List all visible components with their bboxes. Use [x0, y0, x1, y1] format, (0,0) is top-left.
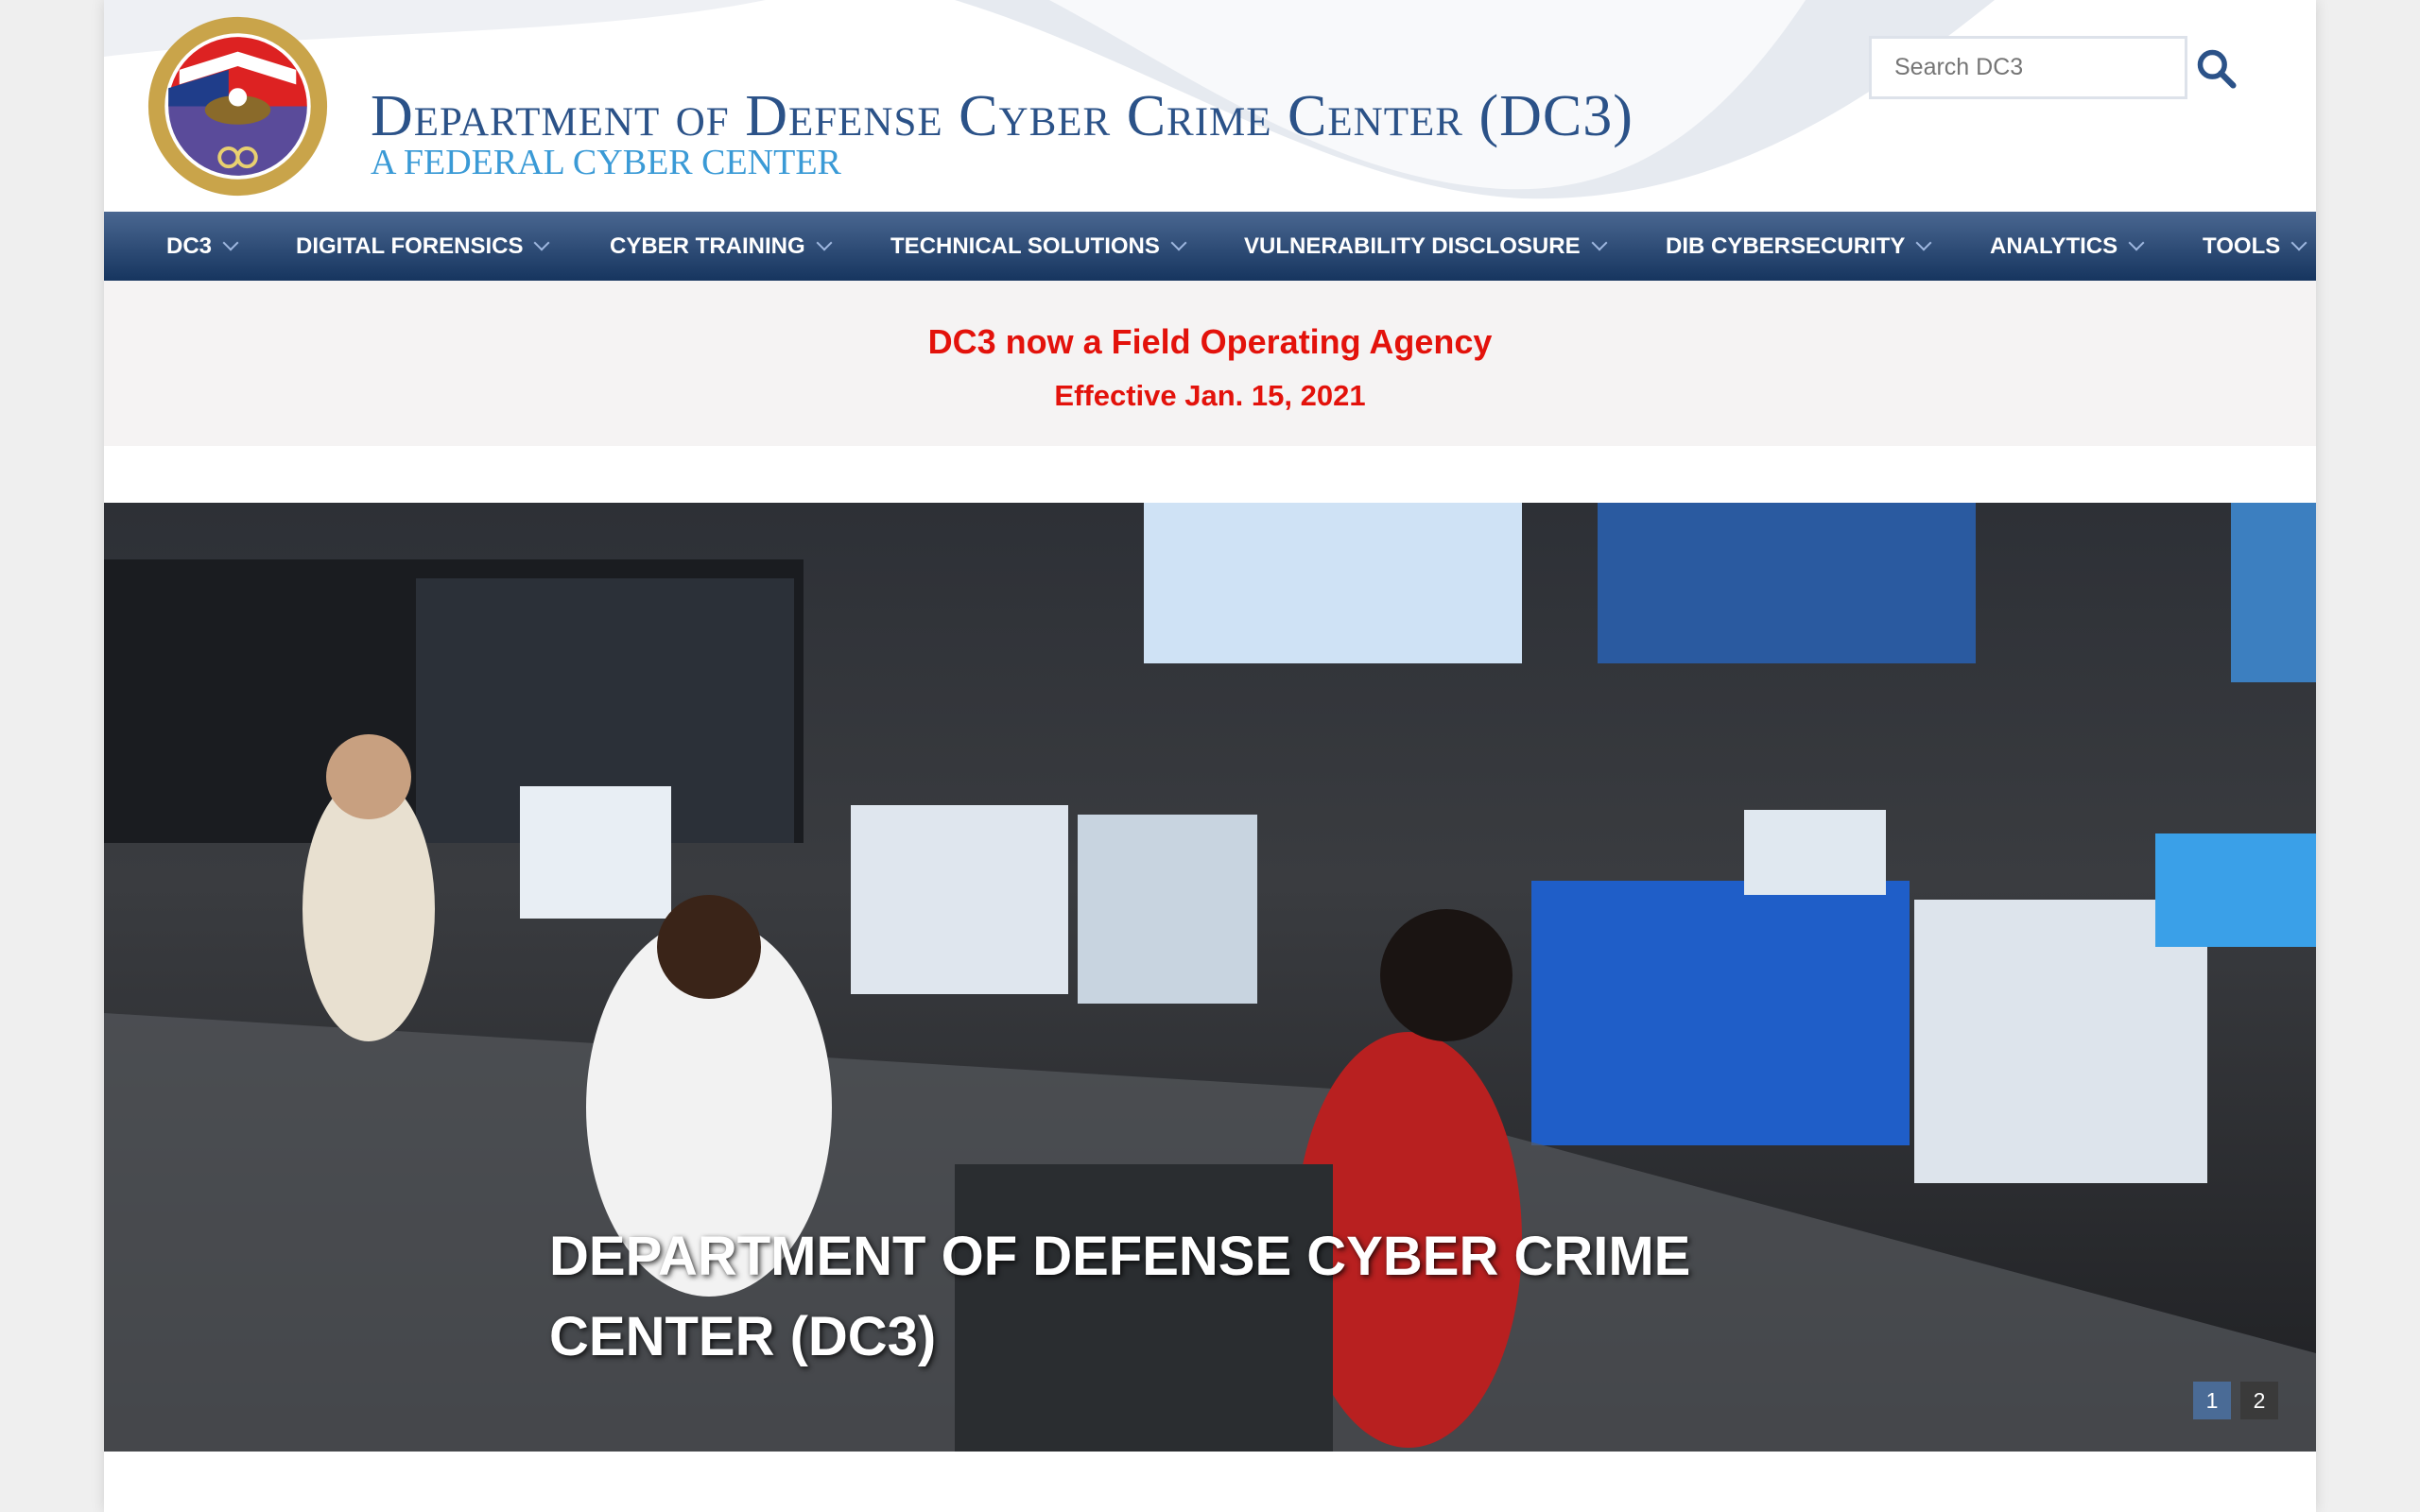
nav-item-analytics[interactable]: ANALYTICS	[1990, 212, 2145, 281]
nav-label: VULNERABILITY DISCLOSURE	[1244, 233, 1581, 259]
site-subtitle: A FEDERAL CYBER CENTER	[371, 143, 841, 182]
nav-label: TECHNICAL SOLUTIONS	[890, 233, 1160, 259]
chevron-down-icon	[2290, 234, 2308, 251]
search-input[interactable]	[1869, 36, 2187, 99]
nav-item-tools[interactable]: TOOLS	[2203, 212, 2308, 281]
nav-label: ANALYTICS	[1990, 233, 2118, 259]
carousel-page-2[interactable]: 2	[2240, 1382, 2278, 1419]
main-nav: DC3 DIGITAL FORENSICS CYBER TRAINING TEC…	[104, 212, 2316, 281]
announcement-date: Effective Jan. 15, 2021	[1054, 379, 1366, 412]
chevron-down-icon	[533, 234, 550, 251]
nav-item-cyber-training[interactable]: CYBER TRAINING	[610, 212, 833, 281]
chevron-down-icon	[1170, 234, 1187, 251]
chevron-down-icon	[222, 234, 239, 251]
dc3-seal-logo	[147, 16, 328, 197]
announcement-banner: DC3 now a Field Operating Agency Effecti…	[104, 281, 2316, 446]
nav-item-vulnerability-disclosure[interactable]: VULNERABILITY DISCLOSURE	[1244, 212, 1608, 281]
nav-item-dib-cybersecurity[interactable]: DIB CYBERSECURITY	[1666, 212, 1932, 281]
search-icon[interactable]	[2195, 47, 2237, 89]
nav-item-technical-solutions[interactable]: TECHNICAL SOLUTIONS	[890, 212, 1187, 281]
announcement-headline[interactable]: DC3 now a Field Operating Agency	[104, 322, 2316, 362]
nav-label: CYBER TRAINING	[610, 233, 805, 259]
nav-item-dc3[interactable]: DC3	[166, 212, 239, 281]
chevron-down-icon	[1591, 234, 1608, 251]
carousel-page-1[interactable]: 1	[2193, 1382, 2231, 1419]
site-title[interactable]: Department of Defense Cyber Crime Center…	[371, 83, 1634, 150]
chevron-down-icon	[2128, 234, 2145, 251]
site-header: Department of Defense Cyber Crime Center…	[104, 0, 2316, 212]
chevron-down-icon	[1915, 234, 1932, 251]
nav-label: DIGITAL FORENSICS	[296, 233, 524, 259]
nav-item-digital-forensics[interactable]: DIGITAL FORENSICS	[296, 212, 550, 281]
page: Department of Defense Cyber Crime Center…	[104, 0, 2316, 1512]
hero-carousel[interactable]: Department of Defense Cyber Crime Center…	[104, 503, 2316, 1452]
nav-label: TOOLS	[2203, 233, 2281, 259]
nav-label: DIB CYBERSECURITY	[1666, 233, 1906, 259]
chevron-down-icon	[816, 234, 833, 251]
nav-label: DC3	[166, 233, 213, 259]
hero-caption[interactable]: Department of Defense Cyber Crime Center…	[549, 1216, 1873, 1377]
